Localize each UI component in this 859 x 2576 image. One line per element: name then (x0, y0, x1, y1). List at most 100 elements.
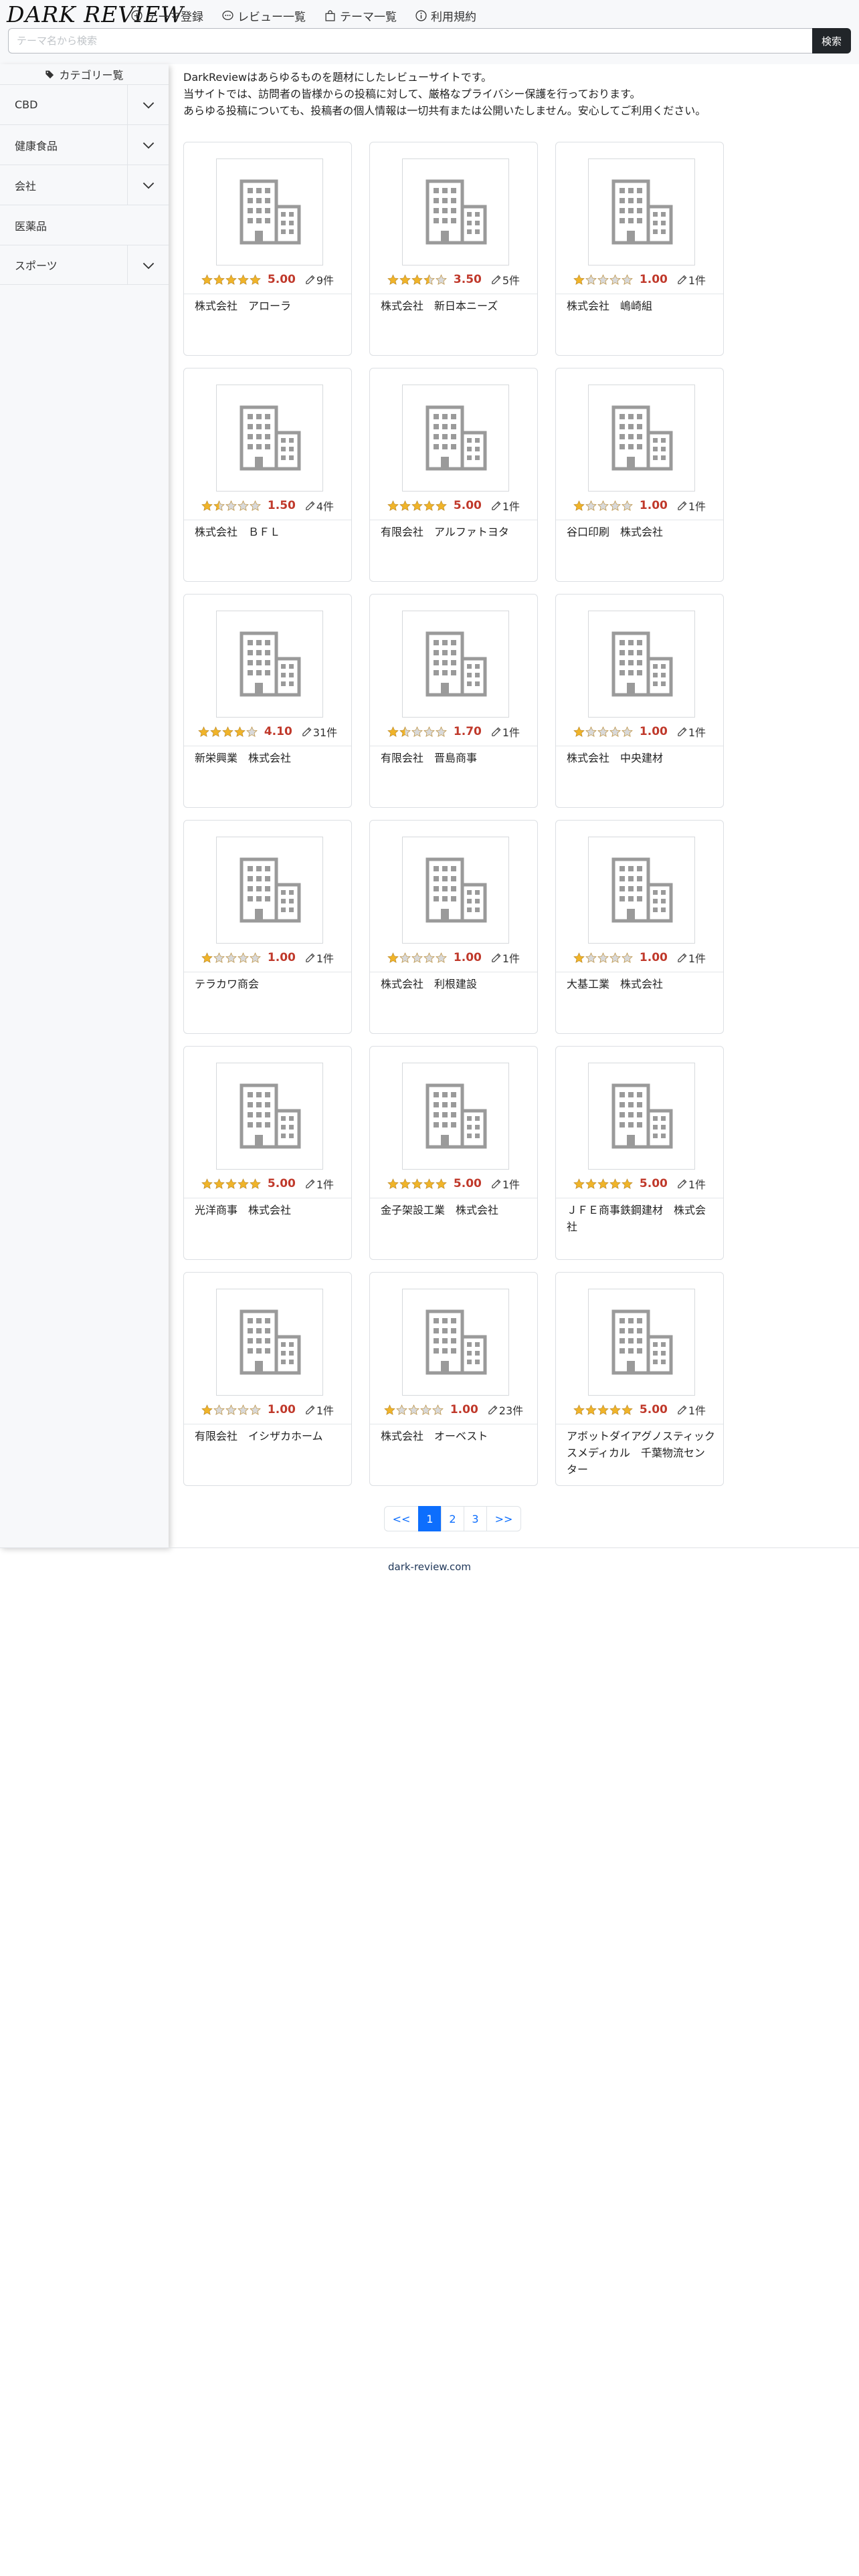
star-icon (250, 500, 261, 511)
theme-card[interactable]: 5.00 9件 株式会社 アローラ (183, 142, 352, 356)
star-icon (384, 1404, 395, 1415)
pagination-page-2[interactable]: 2 (441, 1506, 464, 1531)
theme-name[interactable]: ＪＦＥ商事鉄鋼建材 株式会社 (567, 1202, 715, 1235)
theme-card[interactable]: 5.00 1件 金子架設工業 株式会社 (369, 1046, 538, 1260)
category-expand-toggle[interactable] (127, 245, 169, 285)
sidebar-category-item[interactable]: CBD (0, 84, 169, 124)
building-icon (425, 1083, 487, 1149)
theme-card[interactable]: 1.70 1件 有限会社 晋島商事 (369, 594, 538, 808)
theme-name[interactable]: 株式会社 嶋崎組 (567, 298, 715, 314)
theme-name[interactable]: 株式会社 新日本ニーズ (381, 298, 529, 314)
star-rating (198, 726, 258, 738)
sidebar-category-item[interactable]: 健康食品 (0, 124, 169, 165)
pencil-icon (492, 727, 501, 736)
theme-name[interactable]: 新栄興業 株式会社 (195, 750, 343, 766)
theme-card[interactable]: 1.00 23件 株式会社 オーベスト (369, 1272, 538, 1486)
theme-card[interactable]: 5.00 1件 アボットダイアグノスティックスメディカル 千葉物流センター (555, 1272, 724, 1486)
theme-thumbnail[interactable] (402, 385, 509, 492)
info-circle-icon (415, 9, 427, 21)
theme-thumbnail[interactable] (588, 611, 695, 718)
theme-thumbnail[interactable] (216, 385, 323, 492)
nav-item-theme-register[interactable]: テーマ登録 (131, 7, 203, 24)
theme-thumbnail[interactable] (402, 611, 509, 718)
theme-card[interactable]: 1.00 1件 谷口印刷 株式会社 (555, 368, 724, 582)
review-count: 1件 (491, 950, 520, 966)
theme-card[interactable]: 5.00 1件 ＪＦＥ商事鉄鋼建材 株式会社 (555, 1046, 724, 1260)
theme-card[interactable]: 3.50 5件 株式会社 新日本ニーズ (369, 142, 538, 356)
pencil-icon (306, 501, 315, 510)
theme-name[interactable]: テラカワ商会 (195, 976, 343, 992)
star-icon (201, 1404, 213, 1415)
pagination-last[interactable]: >> (486, 1506, 521, 1531)
theme-thumbnail[interactable] (588, 385, 695, 492)
theme-card[interactable]: 4.10 31件 新栄興業 株式会社 (183, 594, 352, 808)
theme-card[interactable]: 1.00 1件 株式会社 利根建設 (369, 820, 538, 1034)
theme-thumbnail[interactable] (402, 1063, 509, 1170)
theme-name[interactable]: 株式会社 中央建材 (567, 750, 715, 766)
pagination-first[interactable]: << (384, 1506, 419, 1531)
theme-thumbnail[interactable] (402, 158, 509, 265)
star-icon (237, 500, 249, 511)
theme-card[interactable]: 5.00 1件 有限会社 アルファトヨタ (369, 368, 538, 582)
star-icon (585, 500, 597, 511)
theme-thumbnail[interactable] (216, 158, 323, 265)
category-expand-toggle[interactable] (127, 85, 169, 124)
theme-thumbnail[interactable] (402, 1289, 509, 1396)
theme-name[interactable]: 大基工業 株式会社 (567, 976, 715, 992)
theme-name[interactable]: 有限会社 イシザカホーム (195, 1428, 343, 1444)
theme-card[interactable]: 1.00 1件 大基工業 株式会社 (555, 820, 724, 1034)
search-input[interactable] (8, 28, 812, 53)
theme-card[interactable]: 1.50 4件 株式会社 ＢＦＬ (183, 368, 352, 582)
rating-score: 3.50 (453, 273, 482, 286)
theme-name[interactable]: 株式会社 アローラ (195, 298, 343, 314)
theme-thumbnail[interactable] (588, 1289, 695, 1396)
theme-thumbnail[interactable] (588, 837, 695, 944)
theme-name[interactable]: 株式会社 オーベスト (381, 1428, 529, 1444)
nav-item-theme-list[interactable]: テーマ一覧 (324, 7, 397, 24)
sidebar-category-item[interactable]: スポーツ (0, 245, 169, 285)
sidebar-title: カテゴリー覧 (0, 64, 169, 84)
theme-card[interactable]: 1.00 1件 株式会社 中央建材 (555, 594, 724, 808)
building-icon (240, 631, 301, 697)
theme-thumbnail[interactable] (216, 611, 323, 718)
theme-thumbnail[interactable] (216, 1063, 323, 1170)
theme-name[interactable]: 谷口印刷 株式会社 (567, 524, 715, 540)
star-icon (573, 500, 585, 511)
theme-thumbnail[interactable] (216, 837, 323, 944)
nav-item-terms[interactable]: 利用規約 (415, 7, 476, 24)
pagination: << 1 2 3 >> (384, 1506, 521, 1531)
category-expand-toggle[interactable] (127, 165, 169, 205)
theme-card[interactable]: 1.00 1件 テラカワ商会 (183, 820, 352, 1034)
category-list: CBD 健康食品 会社 医薬品 スポーツ (0, 84, 169, 285)
theme-name[interactable]: 光洋商事 株式会社 (195, 1202, 343, 1218)
search-button[interactable]: 検索 (812, 28, 851, 53)
theme-name[interactable]: 有限会社 アルファトヨタ (381, 524, 529, 540)
theme-thumbnail[interactable] (402, 837, 509, 944)
footer-domain[interactable]: dark-review.com (0, 1561, 859, 1573)
category-expand-toggle[interactable] (127, 125, 169, 165)
theme-card[interactable]: 1.00 1件 株式会社 嶋崎組 (555, 142, 724, 356)
sidebar-category-item[interactable]: 医薬品 (0, 205, 169, 245)
theme-thumbnail[interactable] (216, 1289, 323, 1396)
pagination-page-1[interactable]: 1 (418, 1506, 442, 1531)
pagination-page-3[interactable]: 3 (464, 1506, 487, 1531)
theme-name[interactable]: 株式会社 ＢＦＬ (195, 524, 343, 540)
building-icon (240, 405, 301, 471)
nav-item-review-list[interactable]: レビュー一覧 (222, 7, 306, 24)
theme-name[interactable]: 株式会社 利根建設 (381, 976, 529, 992)
theme-name[interactable]: 有限会社 晋島商事 (381, 750, 529, 766)
theme-name[interactable]: 金子架設工業 株式会社 (381, 1202, 529, 1218)
theme-thumbnail[interactable] (588, 1063, 695, 1170)
theme-thumbnail[interactable] (588, 158, 695, 265)
star-icon (201, 274, 213, 285)
sidebar-title-label: カテゴリー覧 (59, 69, 124, 82)
pencil-icon (492, 1179, 501, 1188)
star-icon (250, 274, 261, 285)
footer-divider (0, 1547, 859, 1548)
theme-card[interactable]: 5.00 1件 光洋商事 株式会社 (183, 1046, 352, 1260)
sidebar-category-item[interactable]: 会社 (0, 165, 169, 205)
star-icon (246, 726, 258, 737)
theme-name[interactable]: アボットダイアグノスティックスメディカル 千葉物流センター (567, 1428, 715, 1478)
star-icon (423, 274, 435, 285)
theme-card[interactable]: 1.00 1件 有限会社 イシザカホーム (183, 1272, 352, 1486)
